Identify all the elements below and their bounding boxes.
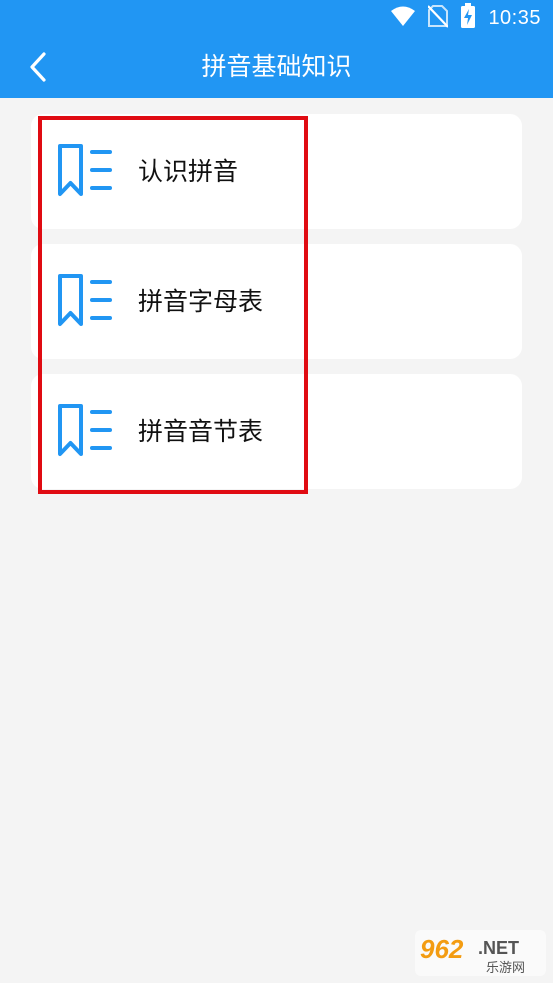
knowledge-list: 认识拼音 拼音字母表 拼音音节表 bbox=[31, 114, 522, 504]
watermark-subtitle: 乐游网 bbox=[486, 961, 525, 976]
watermark-brand: 962 bbox=[420, 934, 464, 964]
bookmark-list-icon bbox=[58, 144, 112, 196]
bookmark-list-icon bbox=[58, 274, 112, 326]
status-time: 10:35 bbox=[488, 6, 541, 29]
list-item-recognize-pinyin[interactable]: 认识拼音 bbox=[31, 114, 522, 229]
list-item-label: 认识拼音 bbox=[138, 157, 239, 186]
app-header: 10:35 拼音基础知识 bbox=[0, 0, 553, 98]
list-item-label: 拼音音节表 bbox=[138, 417, 264, 446]
page-title: 拼音基础知识 bbox=[201, 52, 352, 81]
list-item-pinyin-syllable-table[interactable]: 拼音音节表 bbox=[31, 374, 522, 489]
bookmark-list-icon bbox=[58, 404, 112, 456]
list-item-pinyin-alphabet[interactable]: 拼音字母表 bbox=[31, 244, 522, 359]
status-bar: 10:35 bbox=[0, 0, 553, 36]
wifi-icon bbox=[390, 5, 416, 31]
list-item-label: 拼音字母表 bbox=[138, 287, 264, 316]
watermark-suffix: .NET bbox=[478, 938, 519, 958]
title-bar: 拼音基础知识 bbox=[0, 36, 553, 98]
watermark-logo: 962 .NET 乐游网 bbox=[415, 930, 546, 976]
battery-charging-icon bbox=[460, 3, 476, 33]
status-icons: 10:35 bbox=[390, 3, 541, 33]
no-sim-icon bbox=[427, 4, 450, 32]
